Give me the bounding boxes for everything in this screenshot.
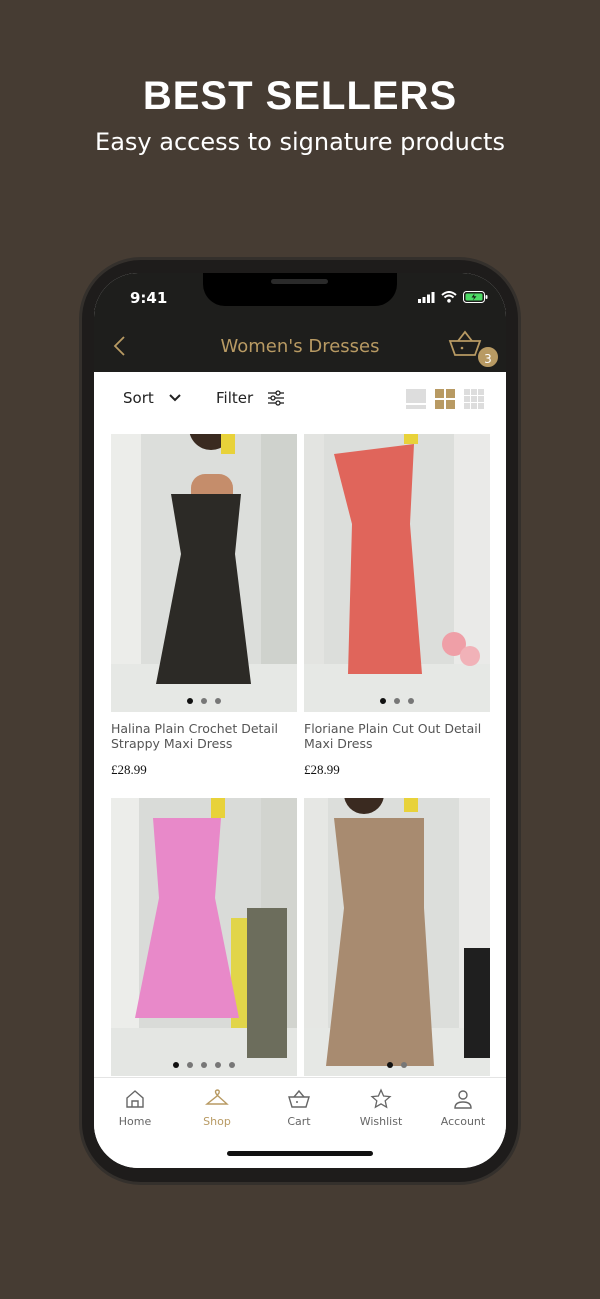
- two-column-view-icon[interactable]: [435, 389, 455, 409]
- pager-dot[interactable]: [408, 698, 414, 704]
- battery-icon: [463, 291, 488, 303]
- home-indicator: [227, 1151, 373, 1156]
- product-image: [304, 434, 490, 712]
- product-card[interactable]: [111, 798, 297, 1076]
- promo-title: BEST SELLERS: [142, 74, 458, 118]
- product-price: £28.99: [304, 762, 340, 777]
- sort-label: Sort: [123, 389, 154, 407]
- pager-dot[interactable]: [387, 1062, 393, 1068]
- tab-account-label: Account: [440, 1115, 486, 1128]
- view-toggles: [406, 389, 484, 409]
- product-name[interactable]: Halina Plain Crochet Detail Strappy Maxi…: [111, 721, 297, 751]
- image-pager[interactable]: [304, 1062, 490, 1068]
- pager-dot[interactable]: [215, 1062, 221, 1068]
- chevron-down-icon: [169, 394, 181, 402]
- pager-dot[interactable]: [401, 1062, 407, 1068]
- list-toolbar: Sort Filter: [94, 372, 506, 426]
- product-photo[interactable]: [304, 798, 490, 1076]
- basket-count-badge: 3: [476, 345, 500, 369]
- tab-shop[interactable]: Shop: [176, 1088, 258, 1128]
- tab-account[interactable]: Account: [422, 1088, 504, 1128]
- single-column-view-icon[interactable]: [406, 389, 426, 409]
- promo-subtitle: Easy access to signature products: [95, 128, 505, 156]
- home-icon: [126, 1090, 144, 1108]
- product-photo[interactable]: [111, 798, 297, 1076]
- three-column-view-icon[interactable]: [464, 389, 484, 409]
- tab-shop-label: Shop: [203, 1115, 231, 1128]
- product-name[interactable]: Floriane Plain Cut Out Detail Maxi Dress: [304, 721, 490, 751]
- signal-icon: [418, 291, 435, 303]
- speaker: [271, 279, 328, 284]
- hanger-icon: [205, 1089, 229, 1105]
- product-image: [111, 434, 297, 712]
- product-photo[interactable]: [111, 434, 297, 712]
- filter-button[interactable]: Filter: [216, 389, 285, 407]
- pager-dot[interactable]: [201, 1062, 207, 1068]
- pager-dot[interactable]: [187, 1062, 193, 1068]
- pager-dot[interactable]: [187, 698, 193, 704]
- pager-dot[interactable]: [215, 698, 221, 704]
- star-icon: [370, 1088, 392, 1109]
- image-pager[interactable]: [111, 698, 297, 704]
- tab-cart[interactable]: Cart: [258, 1088, 340, 1128]
- product-card[interactable]: [304, 798, 490, 1076]
- product-card[interactable]: Halina Plain Crochet Detail Strappy Maxi…: [111, 434, 297, 778]
- basket-icon: [288, 1089, 310, 1108]
- filter-label: Filter: [216, 389, 254, 407]
- tab-home-label: Home: [118, 1115, 152, 1128]
- pager-dot[interactable]: [201, 698, 207, 704]
- image-pager[interactable]: [111, 1062, 297, 1068]
- status-bar: 9:41: [94, 273, 506, 321]
- pager-dot[interactable]: [394, 698, 400, 704]
- product-image: [304, 798, 490, 1076]
- phone-screen: 9:41 Women's Dresses 3 Sort Filter Halin…: [94, 273, 506, 1168]
- sort-button[interactable]: Sort: [123, 389, 182, 407]
- product-image: [111, 798, 297, 1076]
- notch: [203, 273, 397, 306]
- pager-dot[interactable]: [380, 698, 386, 704]
- nav-bar: Women's Dresses 3: [94, 321, 506, 372]
- tab-wishlist[interactable]: Wishlist: [340, 1088, 422, 1128]
- pager-dot[interactable]: [229, 1062, 235, 1068]
- product-price: £28.99: [111, 762, 147, 777]
- person-icon: [454, 1090, 472, 1109]
- sliders-icon: [268, 390, 285, 406]
- product-photo[interactable]: [304, 434, 490, 712]
- tab-home[interactable]: Home: [94, 1088, 176, 1128]
- image-pager[interactable]: [304, 698, 490, 704]
- tab-cart-label: Cart: [287, 1115, 311, 1128]
- status-time: 9:41: [130, 289, 168, 307]
- page-title: Women's Dresses: [220, 336, 380, 357]
- tab-wishlist-label: Wishlist: [359, 1115, 403, 1128]
- wifi-icon: [441, 291, 457, 303]
- status-icons: [418, 291, 488, 303]
- product-card[interactable]: Floriane Plain Cut Out Detail Maxi Dress…: [304, 434, 490, 778]
- pager-dot[interactable]: [173, 1062, 179, 1068]
